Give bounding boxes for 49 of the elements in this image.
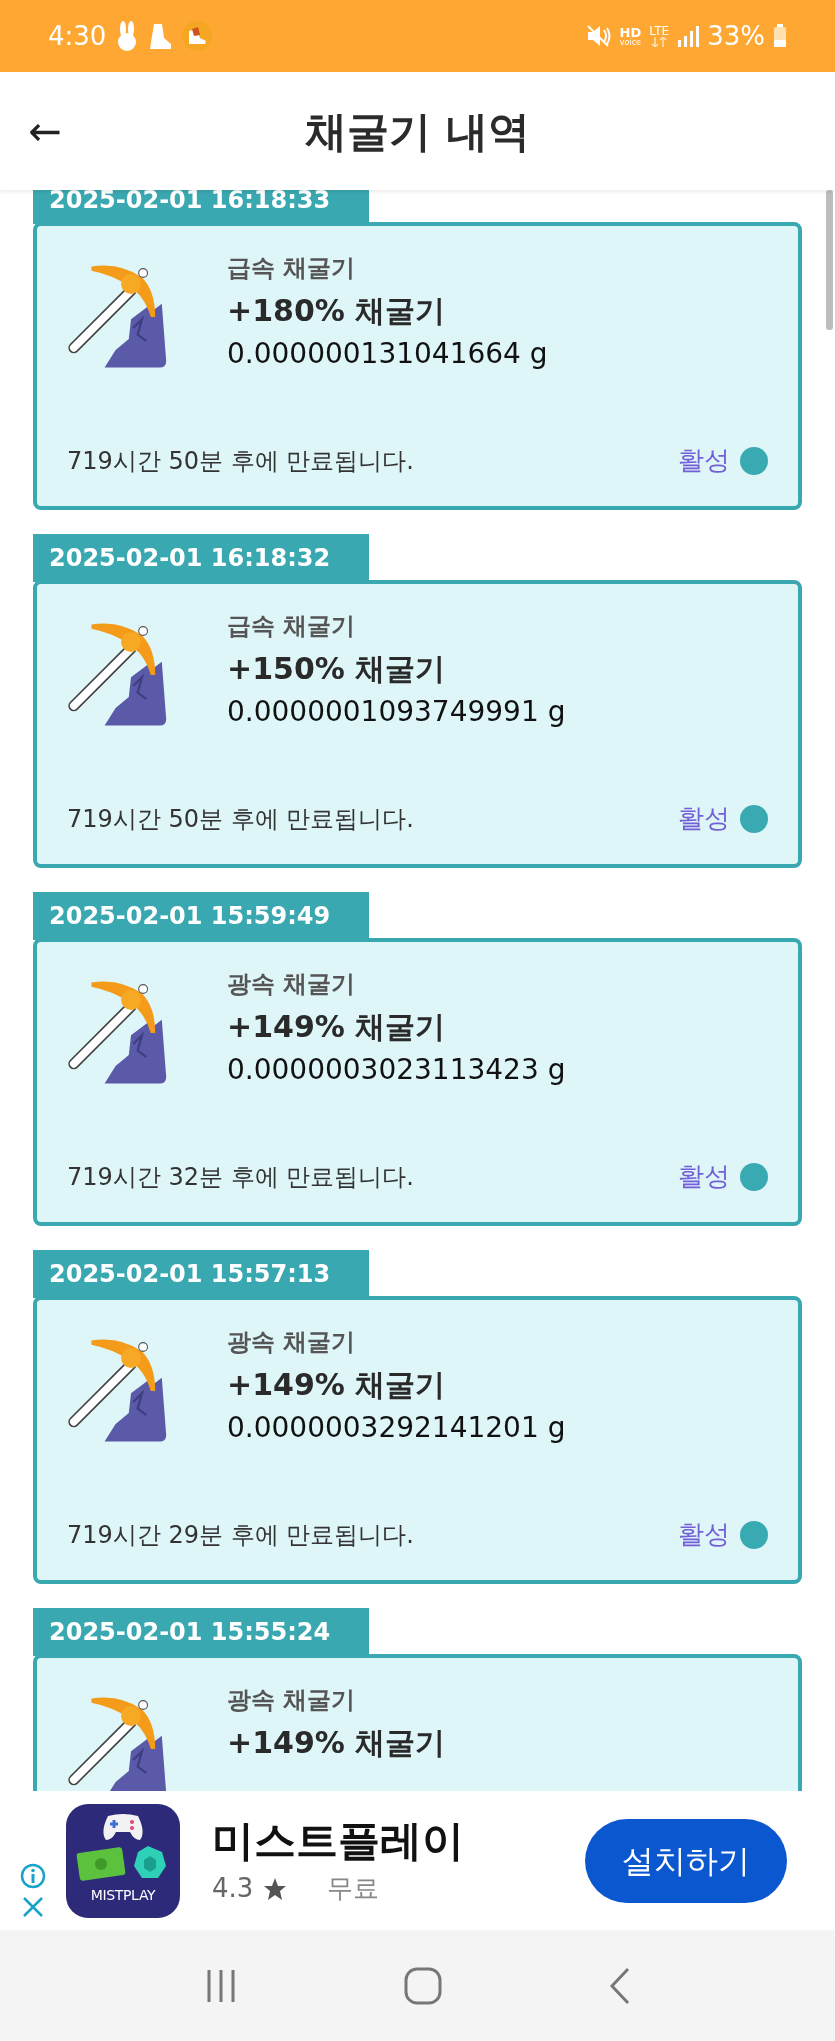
- mined-amount: 0.0000003023113423 g: [227, 1052, 566, 1088]
- ad-app-name: 미스트플레이: [212, 1815, 464, 1867]
- rabbit-icon: [116, 21, 139, 51]
- install-button[interactable]: 설치하기: [585, 1818, 787, 1903]
- expiry-text: 719시간 32분 후에 만료됩니다.: [67, 1161, 414, 1193]
- app-rating: 4.3: [212, 1872, 254, 1905]
- game-controller-icon: [100, 1811, 146, 1842]
- signal-icon: [677, 25, 700, 47]
- miner-title: +149% 채굴기: [227, 1724, 446, 1762]
- home-icon[interactable]: [404, 1966, 443, 2005]
- miner-title: +149% 채굴기: [227, 1366, 447, 1404]
- data-arrows-icon: [651, 37, 668, 47]
- miner-type: 급속 채굴기: [227, 611, 357, 642]
- mined-amount: 0.0000003292141201 g: [227, 1410, 566, 1446]
- miner-type: 광속 채굴기: [227, 1327, 357, 1358]
- status-label: 활성: [678, 444, 730, 477]
- app-icon-label: MISTPLAY: [90, 1885, 156, 1905]
- timestamp-tag: 2025-02-01 15:59:49: [33, 892, 369, 940]
- mute-icon: [585, 24, 612, 48]
- mined-amount: 0.000000131041664 g: [227, 336, 548, 372]
- timestamp-tag: 2025-02-01 15:55:24: [33, 1608, 369, 1656]
- expiry-text: 719시간 50분 후에 만료됩니다.: [67, 803, 414, 835]
- mined-amount: 0.0000001093749991 g: [227, 694, 566, 730]
- star-icon: [263, 1876, 288, 1901]
- close-icon[interactable]: [21, 1894, 45, 1919]
- app-price: 무료: [327, 1872, 380, 1905]
- miner-type: 급속 채굴기: [227, 253, 357, 284]
- network-type: LTE: [649, 25, 670, 37]
- miner-type: 광속 채굴기: [227, 1685, 357, 1716]
- battery-percent: 33%: [707, 19, 765, 53]
- status-label: 활성: [678, 802, 730, 835]
- back-button[interactable]: ←: [20, 101, 70, 161]
- timestamp-tag: 2025-02-01 16:18:32: [33, 534, 369, 582]
- clock: 4:30: [48, 19, 107, 53]
- battery-icon: [773, 24, 787, 48]
- hd-label: HD: [619, 25, 642, 39]
- voice-label: voice: [619, 38, 641, 47]
- status-label: 활성: [678, 1160, 730, 1193]
- expiry-text: 719시간 50분 후에 만료됩니다.: [67, 445, 414, 477]
- miner-type: 광속 채굴기: [227, 969, 357, 1000]
- status-label: 활성: [678, 1518, 730, 1551]
- timestamp-tag: 2025-02-01 16:18:33: [33, 190, 369, 224]
- timestamp-tag: 2025-02-01 15:57:13: [33, 1250, 369, 1298]
- miner-title: +180% 채굴기: [227, 292, 447, 330]
- miner-title: +150% 채굴기: [227, 650, 447, 688]
- expiry-text: 719시간 29분 후에 만료됩니다.: [67, 1519, 414, 1551]
- info-icon[interactable]: [20, 1862, 46, 1889]
- miner-title: +149% 채굴기: [227, 1008, 447, 1046]
- page-title: 채굴기 내역: [305, 105, 530, 158]
